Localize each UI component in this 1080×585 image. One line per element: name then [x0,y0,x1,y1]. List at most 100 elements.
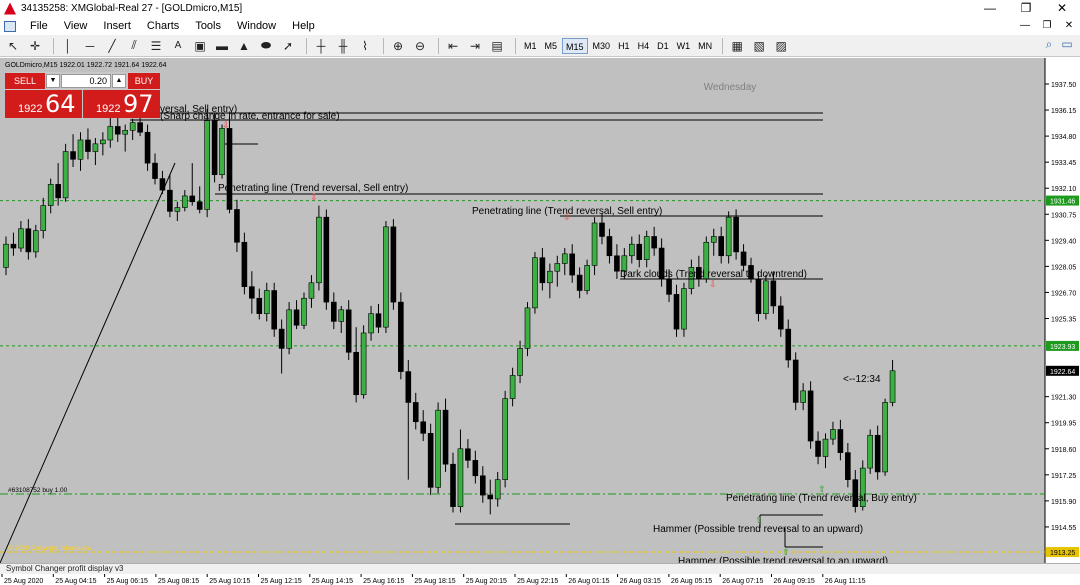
candle-body [837,429,844,453]
plot-background [0,58,1045,563]
toolbar-separator [306,37,307,54]
timeframe-m30[interactable]: M30 [590,38,614,54]
candle-body [70,151,76,160]
zoom-out-icon[interactable]: ⊖ [411,37,429,55]
menu-view[interactable]: View [56,17,96,35]
candle-body [345,309,352,353]
x-tick-label: 25 Aug 06:15 [107,578,148,585]
candle-body [40,205,47,231]
bar-chart-icon[interactable]: ┼ [312,37,330,55]
sell-arrow-icon: ⇩ [563,213,571,223]
candle-body [867,434,874,469]
mdi-restore-button[interactable]: ❐ [1036,17,1058,35]
line-chart-icon[interactable]: ⌇ [356,37,374,55]
candle-body [673,294,680,330]
candle-body [167,189,173,212]
indicators-icon[interactable]: ▦ [728,37,746,55]
candle-body [368,313,374,334]
lot-dropdown-button[interactable]: ▼ [46,74,60,88]
timeframe-mn[interactable]: MN [695,38,715,54]
text-label-icon[interactable]: ▣ [191,37,209,55]
x-tick-label: 26 Aug 03:15 [620,578,661,585]
candle-body [256,297,263,314]
candle-body [293,309,300,326]
buy-button[interactable]: BUY [128,73,160,89]
countdown-label: <--12:34 [843,374,881,385]
candle-body [152,162,158,179]
vertical-line-icon[interactable]: │ [59,37,77,55]
minimize-button[interactable]: — [972,0,1008,17]
cursor-icon[interactable]: ↖ [4,37,22,55]
candle-body [85,139,91,152]
timeframe-w1[interactable]: W1 [674,38,694,54]
candle-body [889,370,896,403]
ellipse-icon[interactable]: ⬬ [257,37,275,55]
menu-window[interactable]: Window [229,17,284,35]
close-button[interactable]: ✕ [1044,0,1080,17]
chart-window[interactable]: 1931.46 1923.93 1913.25 1922.64 versal, Sel… [0,58,1080,563]
y-tick-label: 1914.55 [1051,525,1076,532]
arrow-icon[interactable]: ➚ [279,37,297,55]
timeframe-m1[interactable]: M1 [521,38,540,54]
timeframe-m15[interactable]: M15 [562,37,588,54]
mdi-minimize-button[interactable]: — [1014,17,1036,35]
lot-spin-button[interactable]: ▲ [112,74,126,88]
candle-body [189,195,196,203]
toolbar-separator [383,37,384,54]
y-tick-label: 1917.25 [1051,473,1076,480]
candle-body [196,201,203,210]
trendline-icon[interactable]: ╱ [103,37,121,55]
candle-body [107,126,114,141]
autoscroll-icon[interactable]: ⇤ [444,37,462,55]
templates-icon[interactable]: ▤ [488,37,506,55]
periods-icon[interactable]: ▧ [750,37,768,55]
chart-canvas[interactable]: 1931.461923.931913.251922.64 versal, Sel… [0,58,1080,563]
timeframe-d1[interactable]: D1 [654,38,672,54]
timeframe-h4[interactable]: H4 [635,38,653,54]
maximize-button[interactable]: ❐ [1008,0,1044,17]
y-tick-label: 1937.50 [1051,82,1076,89]
chart-shift-icon[interactable]: ⇥ [466,37,484,55]
candle-body [666,278,672,295]
candle-body [383,226,389,328]
mdi-close-button[interactable]: ✕ [1058,17,1080,35]
candle-body [442,409,449,465]
y-tick-label: 1921.30 [1051,395,1076,402]
menu-tools[interactable]: Tools [187,17,229,35]
candle-body [718,236,725,257]
templates-folder-icon[interactable]: ▨ [772,37,790,55]
rectangle-icon[interactable]: ▬ [213,37,231,55]
zoom-in-icon[interactable]: ⊕ [389,37,407,55]
horizontal-line-icon[interactable]: ─ [81,37,99,55]
menu-insert[interactable]: Insert [95,17,139,35]
lot-size-input[interactable] [61,74,111,88]
timeframe-h1[interactable]: H1 [615,38,633,54]
pattern-annotation: Dark clouds (Trend reversal to downtrend… [620,269,807,280]
candle-body [807,390,814,442]
channel-icon[interactable]: ⫽ [125,37,143,55]
menu-charts[interactable]: Charts [139,17,187,35]
window-title: 34135258: XMGlobal-Real 27 - [GOLDmicro,… [21,3,243,14]
search-icon[interactable]: ⌕ [1040,37,1058,52]
sell-button[interactable]: SELL [5,73,45,89]
buy-price-box[interactable]: 1922 97 [83,90,160,118]
candle-body [755,278,762,314]
y-tick-label: 1925.35 [1051,316,1076,323]
chat-icon[interactable]: ▭ [1058,37,1076,52]
sell-price-box[interactable]: 1922 64 [5,90,82,118]
chart-document-icon[interactable] [4,20,16,32]
menu-file[interactable]: File [22,17,56,35]
order-label: #63108752 buy 1.00 [8,487,68,494]
timeframe-m5[interactable]: M5 [542,38,561,54]
fibonacci-icon[interactable]: ☰ [147,37,165,55]
candle-body [599,222,605,237]
candlestick-icon[interactable]: ╫ [334,37,352,55]
menu-help[interactable]: Help [284,17,323,35]
candle-body [286,309,292,349]
crosshair-icon[interactable]: ✛ [26,37,44,55]
candle-body [390,226,397,303]
text-icon[interactable]: A [169,37,187,55]
y-tick-label: 1929.40 [1051,238,1076,245]
candle-body [792,359,799,403]
triangle-icon[interactable]: ▲ [235,37,253,55]
